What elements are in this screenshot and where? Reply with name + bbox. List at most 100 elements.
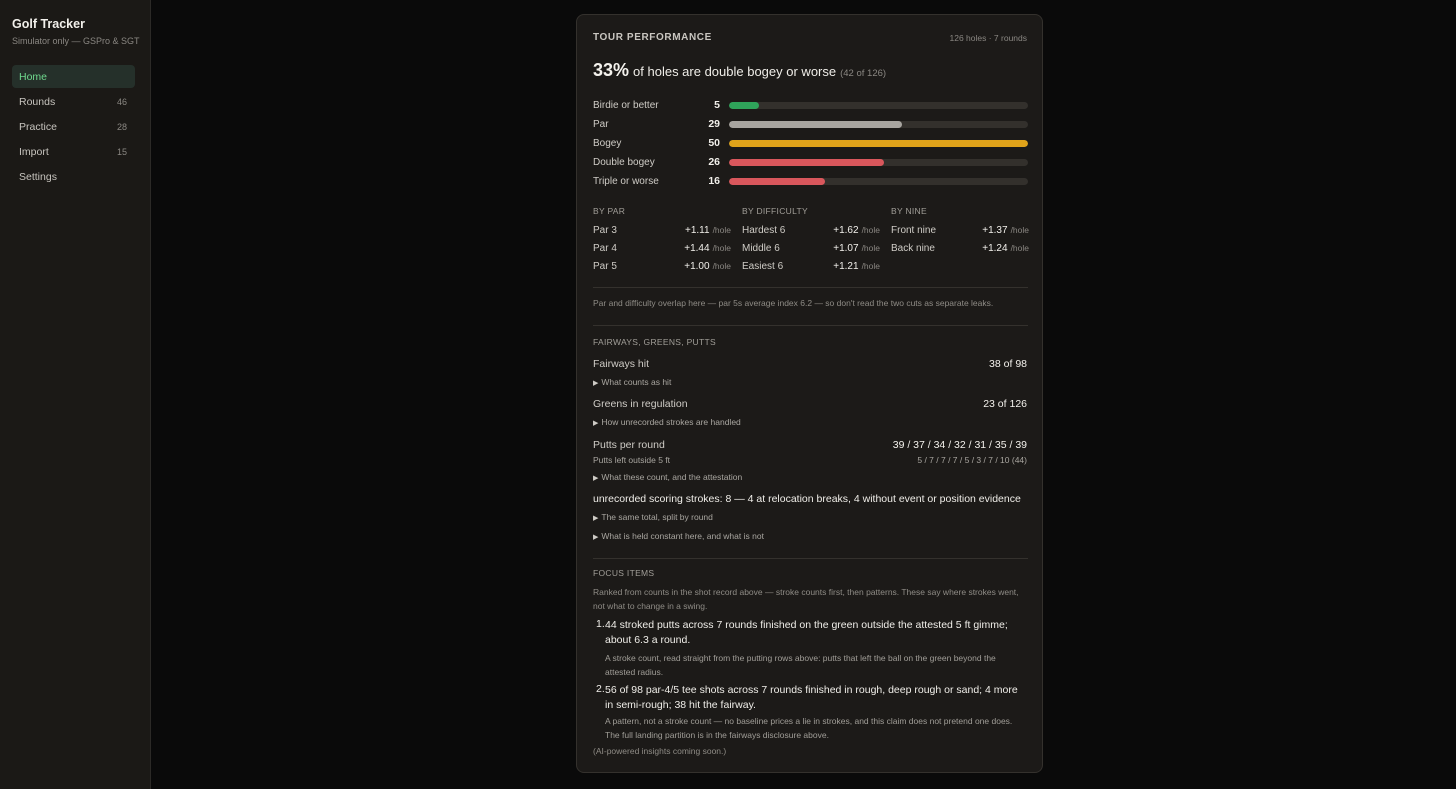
split-unit: /hole (712, 224, 731, 235)
split-by-nine: BY NINE Front nine +1.37/hole Back nine +1… (891, 206, 1029, 257)
split-value: +1.21 (833, 260, 859, 272)
focus-heading: FOCUS ITEMS (593, 568, 655, 578)
putts-value: 39 / 37 / 34 / 32 / 31 / 35 / 39 (892, 439, 1027, 451)
disclosure-triangle-icon: ▶ (593, 475, 599, 482)
dist-value: 16 (708, 175, 720, 187)
sidebar: Golf Tracker Simulator only — GSPro & SG… (0, 0, 151, 789)
dist-value: 5 (714, 99, 720, 111)
outside-label: Putts left outside 5 ft (593, 455, 671, 465)
split-unit: /hole (861, 224, 880, 235)
sidebar-item-count: 46 (116, 96, 127, 107)
split-label: Front nine (891, 224, 937, 236)
split-label: Par 3 (593, 224, 617, 236)
gir-disclosure[interactable]: ▶ How unrecorded strokes are handled (593, 417, 741, 427)
tour-performance-card: TOUR PERFORMANCE 126 holes · 7 rounds 33… (576, 14, 1043, 773)
dist-row-triple: Triple or worse 16 (593, 174, 1028, 188)
split-unit: /hole (1010, 242, 1029, 253)
headline: 33% of holes are double bogey or worse (… (593, 60, 886, 81)
split-by-round-disclosure[interactable]: ▶ The same total, split by round (593, 512, 713, 522)
focus-item: 1. 44 stroked putts across 7 rounds fini… (593, 618, 1028, 680)
fairways-disclosure[interactable]: ▶ What counts as hit (593, 377, 671, 387)
disclosure-triangle-icon: ▶ (593, 420, 599, 427)
dist-label: Birdie or better (593, 99, 659, 111)
dist-bar-track (729, 177, 1028, 185)
focus-text: 44 stroked putts across 7 rounds finishe… (605, 619, 1008, 646)
dist-row-birdie: Birdie or better 5 (593, 98, 1028, 112)
split-unit: /hole (712, 260, 731, 271)
split-label: Hardest 6 (742, 224, 786, 236)
split-heading: BY DIFFICULTY (742, 206, 808, 216)
split-label: Easiest 6 (742, 260, 784, 272)
split-by-par: BY PAR Par 3 +1.11/hole Par 4 +1.44/hole P… (593, 206, 731, 275)
split-label: Par 4 (593, 242, 617, 254)
sidebar-item-label: Home (19, 70, 48, 83)
sidebar-item-count: 15 (116, 146, 127, 157)
sidebar-item-label: Practice (19, 120, 57, 133)
ai-insights-note: (AI-powered insights coming soon.) (593, 746, 727, 756)
split-heading: BY PAR (593, 206, 626, 216)
split-value: +1.07 (833, 242, 859, 254)
gir-label: Greens in regulation (593, 398, 688, 410)
dist-bar-fill (729, 101, 759, 109)
disclosure-label: The same total, split by round (601, 512, 713, 522)
putts-disclosure[interactable]: ▶ What these count, and the attestation (593, 472, 742, 482)
overlap-note: Par and difficulty overlap here — par 5s… (593, 298, 994, 308)
focus-detail: A pattern, not a stroke count — no basel… (605, 716, 1013, 740)
focus-item: 2. 56 of 98 par-4/5 tee shots across 7 r… (593, 683, 1028, 745)
split-value: +1.24 (982, 242, 1008, 254)
sidebar-item-count: 28 (116, 121, 127, 132)
focus-text: 56 of 98 par-4/5 tee shots across 7 roun… (605, 684, 1018, 711)
held-constant-disclosure[interactable]: ▶ What is held constant here, and what is… (593, 531, 764, 541)
split-unit: /hole (861, 242, 880, 253)
focus-number: 2. (596, 683, 605, 695)
split-value: +1.00 (684, 260, 710, 272)
split-unit: /hole (1010, 224, 1029, 235)
app-title: Golf Tracker (12, 17, 85, 31)
focus-number: 1. (596, 618, 605, 630)
split-value: +1.44 (684, 242, 710, 254)
fairways-value: 38 of 98 (989, 358, 1027, 370)
split-label: Back nine (891, 242, 935, 254)
disclosure-label: How unrecorded strokes are handled (601, 417, 741, 427)
split-heading: BY NINE (891, 206, 927, 216)
dist-label: Double bogey (593, 156, 655, 168)
sidebar-item-practice[interactable]: Practice 28 (12, 115, 135, 138)
dist-bar-fill (729, 139, 1028, 147)
dist-label: Triple or worse (593, 175, 659, 187)
divider (593, 287, 1028, 288)
dist-bar-track (729, 101, 1028, 109)
headline-text: of holes are double bogey or worse (633, 64, 837, 79)
focus-detail: A stroke count, read straight from the p… (605, 653, 996, 677)
sidebar-item-home[interactable]: Home (12, 65, 135, 88)
sidebar-item-import[interactable]: Import 15 (12, 140, 135, 163)
dist-label: Bogey (593, 137, 622, 149)
outside-value: 5 / 7 / 7 / 7 / 5 / 3 / 7 / 10 (44) (917, 455, 1027, 465)
putts-label: Putts per round (593, 439, 665, 451)
dist-row-double-bogey: Double bogey 26 (593, 155, 1028, 169)
dist-bar-fill (729, 177, 825, 185)
headline-percent: 33% (593, 60, 630, 80)
dist-value: 26 (708, 156, 720, 168)
disclosure-triangle-icon: ▶ (593, 534, 599, 541)
split-row: Middle 6 +1.07/hole (742, 239, 880, 257)
split-row: Easiest 6 +1.21/hole (742, 257, 880, 275)
divider (593, 325, 1028, 326)
split-unit: /hole (712, 242, 731, 253)
gir-value: 23 of 126 (983, 398, 1027, 410)
sidebar-item-rounds[interactable]: Rounds 46 (12, 90, 135, 113)
unrecorded-strokes: unrecorded scoring strokes: 8 — 4 at rel… (593, 493, 1021, 505)
dist-row-bogey: Bogey 50 (593, 136, 1028, 150)
sidebar-nav: Home Rounds 46 Practice 28 Import 15 Set… (12, 65, 135, 190)
dist-bar-track (729, 158, 1028, 166)
disclosure-triangle-icon: ▶ (593, 380, 599, 387)
sidebar-item-label: Import (19, 145, 49, 158)
card-meta: 126 holes · 7 rounds (949, 33, 1028, 43)
headline-detail: (42 of 126) (840, 68, 887, 79)
split-unit: /hole (861, 260, 880, 271)
split-label: Middle 6 (742, 242, 780, 254)
dist-bar-track (729, 120, 1028, 128)
focus-intro: Ranked from counts in the shot record ab… (593, 587, 1019, 611)
dist-value: 29 (708, 118, 720, 130)
sidebar-item-settings[interactable]: Settings (12, 165, 135, 188)
dist-value: 50 (708, 137, 720, 149)
